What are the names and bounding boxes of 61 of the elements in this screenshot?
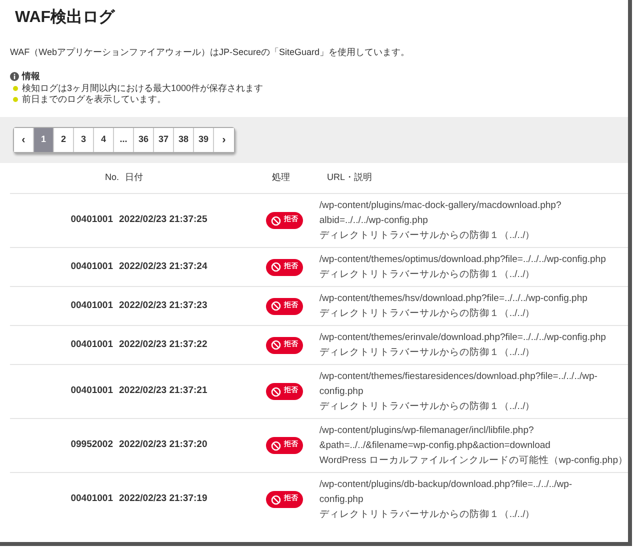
column-header: 日付 xyxy=(125,171,144,184)
log-url: /wp-content/plugins/db-backup/download.php?file=../../../wp- xyxy=(319,478,572,492)
bullet-icon xyxy=(13,97,18,102)
log-url: /wp-content/themes/hsv/download.php?file=../../../wp-config.php xyxy=(319,292,588,306)
log-number: 09952002 xyxy=(70,438,114,452)
log-date: 2022/02/23 21:37:19 xyxy=(119,492,208,506)
log-number: 00401001 xyxy=(70,492,114,506)
log-date: 2022/02/23 21:37:25 xyxy=(119,213,208,228)
page-button[interactable]: ... xyxy=(114,128,134,152)
log-number: 00401001 xyxy=(70,260,114,274)
prohibited-icon xyxy=(271,340,282,350)
log-url: /wp-content/plugins/wp-filemanager/incl/libfile.php? xyxy=(319,424,534,438)
log-date: 2022/02/23 21:37:23 xyxy=(119,298,208,313)
log-number: 00401001 xyxy=(70,384,114,398)
log-number: 00401001 xyxy=(70,338,114,352)
prohibited-icon xyxy=(271,386,282,396)
prohibited-icon xyxy=(271,301,282,311)
prohibited-icon xyxy=(271,262,282,272)
page-button[interactable]: 3 xyxy=(74,128,94,152)
info-icon xyxy=(10,72,19,81)
bullet-icon xyxy=(13,86,18,91)
log-date: 2022/02/23 21:37:22 xyxy=(119,338,208,352)
log-description: ディレクトリトラバーサルからの防御１（../../） xyxy=(319,307,536,321)
page-button[interactable]: 37 xyxy=(154,128,174,152)
log-date: 2022/02/23 21:37:21 xyxy=(119,384,208,398)
log-description: ディレクトリトラバーサルからの防御１（../../） xyxy=(319,508,536,522)
log-url: albid=../../../wp-config.php xyxy=(319,214,428,228)
info-text: 前日までのログを表示しています。 xyxy=(22,94,166,105)
log-url: /wp-content/themes/erinvale/download.php?file=../../../wp-config.php xyxy=(319,331,606,345)
log-date: 2022/02/23 21:37:20 xyxy=(119,438,208,452)
log-number: 00401001 xyxy=(70,298,114,313)
log-url: /wp-content/themes/fiestaresidences/download.php?file=../../../wp- xyxy=(319,370,598,384)
log-description: ディレクトリトラバーサルからの防御１（../../） xyxy=(319,229,536,243)
log-url: &path=../../&filename=wp-config.php&action=download xyxy=(319,439,550,453)
log-description: ディレクトリトラバーサルからの防御１（../../） xyxy=(319,268,536,282)
prohibited-icon xyxy=(271,440,282,450)
prohibited-icon xyxy=(271,494,282,504)
previous-page-button[interactable]: ‹ xyxy=(14,128,34,152)
log-description: WordPress ローカルファイルインクルードの可能性（wp-config.php） xyxy=(319,454,628,468)
log-url: /wp-content/themes/optimus/download.php?file=../../../wp-config.php xyxy=(319,253,606,267)
page-button[interactable]: 38 xyxy=(174,128,194,152)
page-title: WAF検出ログ xyxy=(14,8,116,28)
next-page-button[interactable]: › xyxy=(214,128,234,152)
log-date: 2022/02/23 21:37:24 xyxy=(119,260,208,274)
page-button[interactable]: 36 xyxy=(134,128,154,152)
column-header: 処理 xyxy=(272,171,291,184)
log-description: ディレクトリトラバーサルからの防御１（../../） xyxy=(319,400,536,414)
column-header: URL・説明 xyxy=(327,171,372,184)
page-button[interactable]: 39 xyxy=(194,128,214,152)
column-header: No. xyxy=(104,171,119,184)
log-url: config.php xyxy=(319,493,364,507)
log-url: /wp-content/plugins/mac-dock-gallery/macdownload.php? xyxy=(319,199,562,213)
log-url: config.php xyxy=(319,385,364,399)
info-text: 検知ログは3ヶ月間以内における最大1000件が保存されます xyxy=(22,83,264,94)
log-description: ディレクトリトラバーサルからの防御１（../../） xyxy=(319,346,536,360)
page-button[interactable]: 2 xyxy=(54,128,74,152)
description: WAF（Webアプリケーションファイアウォール）はJP-Secureの「SiteGuard」を使用しています。 xyxy=(9,46,411,59)
info-heading: 情報 xyxy=(22,70,40,82)
prohibited-icon xyxy=(271,216,282,226)
log-number: 00401001 xyxy=(70,213,114,228)
page-button[interactable]: 4 xyxy=(94,128,114,152)
